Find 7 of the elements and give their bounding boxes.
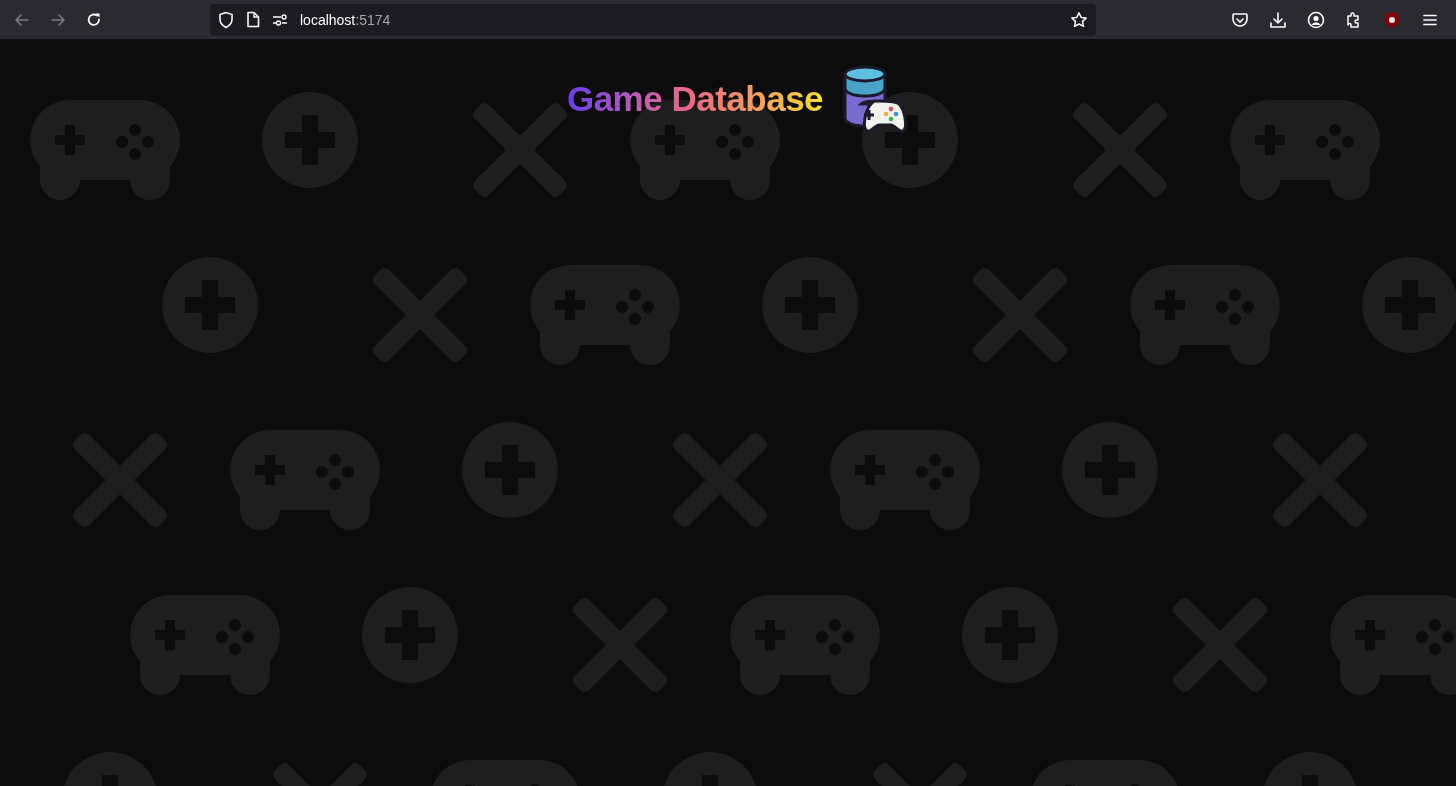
shield-icon[interactable]	[218, 10, 234, 29]
permissions-icon[interactable]	[272, 13, 288, 26]
address-bar[interactable]: localhost:5174	[210, 3, 1096, 36]
star-icon[interactable]	[1070, 10, 1088, 29]
database-controller-icon	[841, 64, 910, 134]
url-text: localhost:5174	[300, 11, 391, 28]
page-icon[interactable]	[246, 11, 260, 28]
